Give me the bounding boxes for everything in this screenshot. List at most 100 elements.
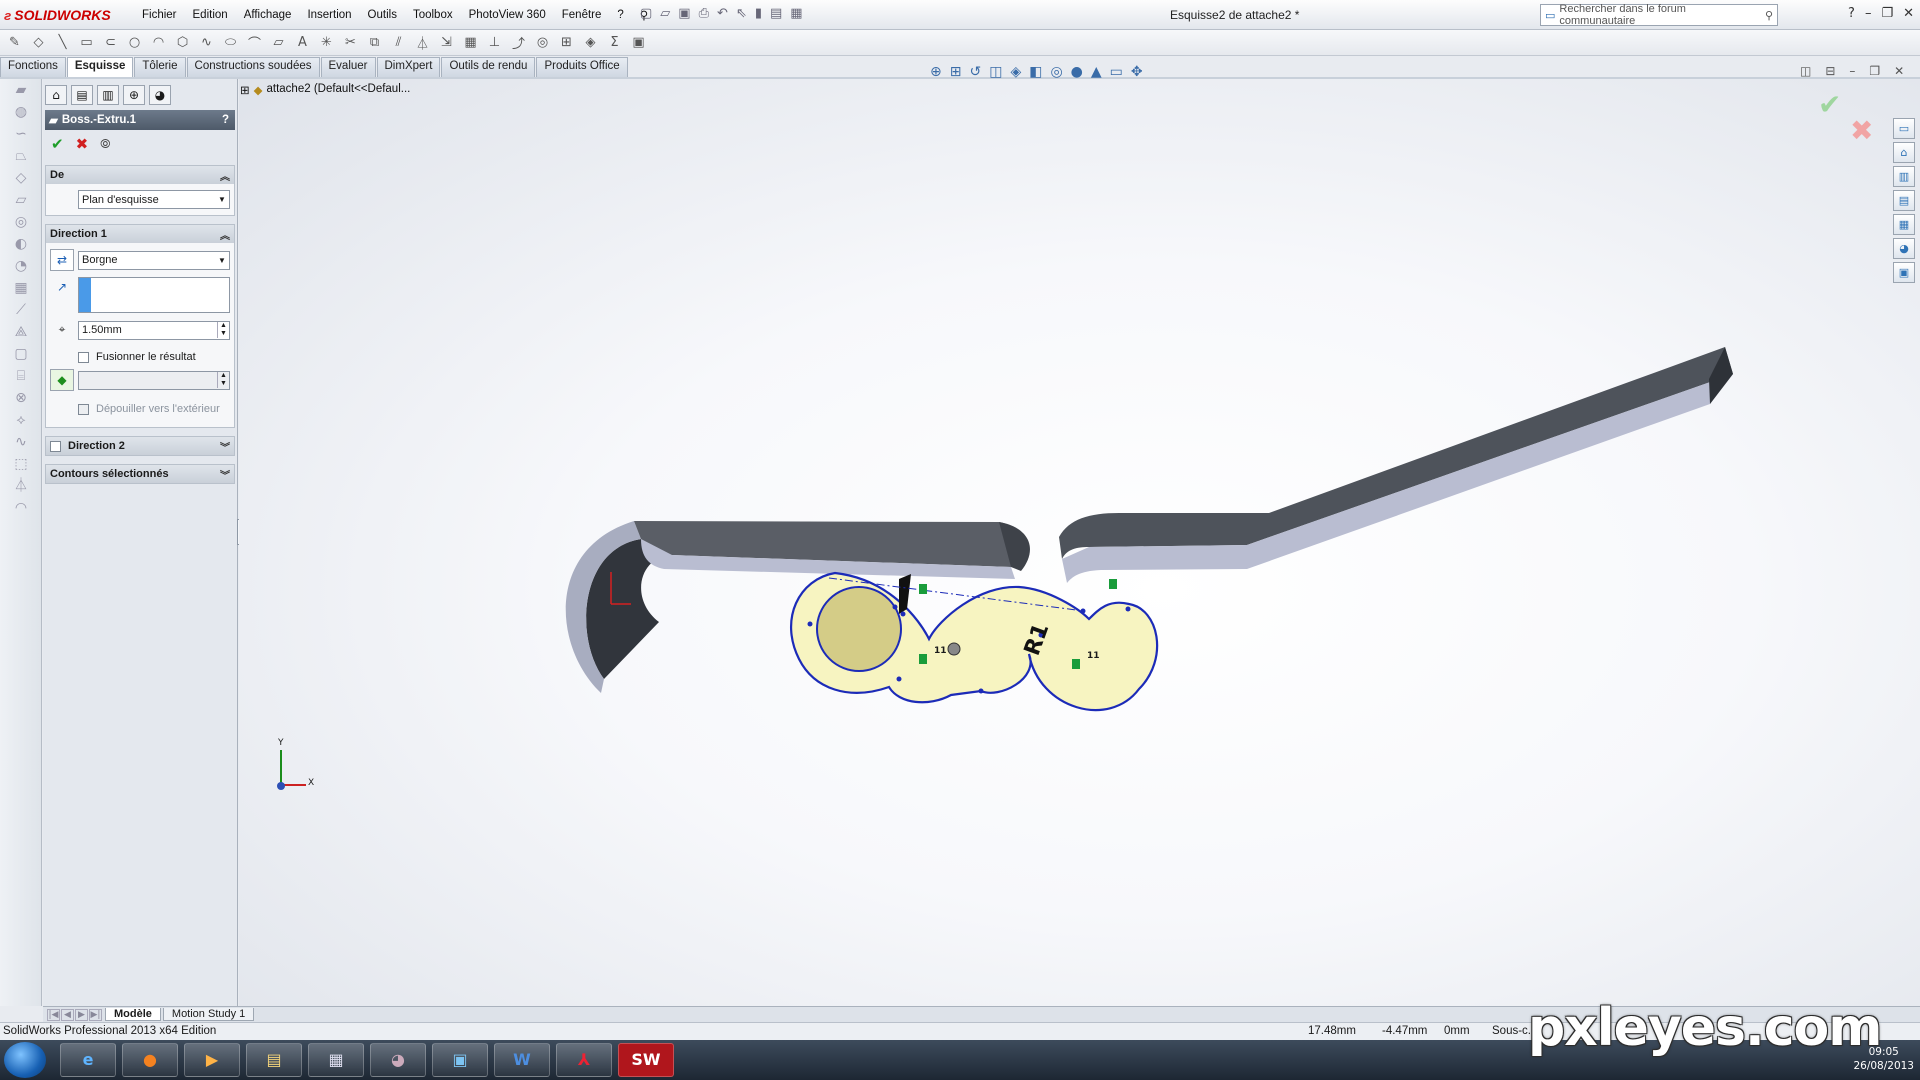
sweep-icon[interactable]: ∽ [0,123,42,145]
restore-doc-button[interactable]: ❐ [1869,64,1880,78]
quick-snaps-icon[interactable]: ◎ [534,35,551,50]
model-view[interactable] [239,79,1920,1006]
confirm-corner-ok-icon[interactable]: ✔ [1818,88,1841,121]
zoom-to-fit-icon[interactable]: ⊕ [930,64,942,80]
split-vertical-icon[interactable]: ◫ [1800,64,1811,78]
loft-icon[interactable]: ⏢ [0,145,42,167]
previous-view-icon[interactable]: ↺ [969,64,981,80]
minimize-button[interactable]: – [1865,6,1872,21]
apply-scene-icon[interactable]: ▲ [1091,64,1102,80]
repair-icon[interactable]: ⤴ [510,33,527,52]
preview-icon[interactable]: ⦾ [100,137,110,152]
search-input[interactable]: Rechercher dans le forum communautaire [1555,3,1761,27]
feature-tree-flyout[interactable]: ⊞ ◆ attache2 (Default<<Defaul... [240,83,410,97]
file-explorer-icon[interactable]: ▤ [1893,190,1915,211]
select-icon[interactable]: ⇖ [736,6,747,21]
media-player-icon[interactable]: ▶ [184,1043,240,1077]
save-icon[interactable]: ▣ [678,6,690,21]
new-document-icon[interactable]: ▢ [640,6,652,21]
confirm-corner-cancel-icon[interactable]: ✖ [1850,114,1873,147]
polygon-icon[interactable]: ⬡ [174,35,191,50]
point-icon[interactable]: ✳ [318,35,335,50]
smart-dimension-icon[interactable]: ◇ [30,35,47,50]
offset-icon[interactable]: ⫽ [390,35,407,50]
expand-tree-icon[interactable]: ⊞ [240,83,250,97]
menu-fenetre[interactable]: Fenêtre [554,9,610,21]
circle-icon[interactable]: ○ [126,35,143,50]
view-orientation-icon[interactable]: ◈ [1010,64,1021,80]
arc-icon[interactable]: ◠ [150,35,167,50]
split-horizontal-icon[interactable]: ⊟ [1825,64,1835,78]
tab-esquisse[interactable]: Esquisse [66,57,134,77]
intersect-icon[interactable]: ⊗ [0,387,42,409]
rebuild-icon[interactable]: ▮ [755,6,762,21]
instant2d-icon[interactable]: ⊞ [558,35,575,50]
reference-geometry-icon[interactable]: ⟡ [0,409,42,431]
depth-input[interactable]: 1.50mm ▲ ▼ [78,320,230,340]
options-icon[interactable]: ▦ [790,6,802,21]
help-button[interactable]: ? [222,114,229,126]
boundary-icon[interactable]: ◇ [0,167,42,189]
edit-appearance-icon[interactable]: ● [1071,64,1083,80]
menu-insertion[interactable]: Insertion [299,9,359,21]
custom-properties-icon[interactable]: ▣ [1893,262,1915,283]
menu-affichage[interactable]: Affichage [236,9,300,21]
shell-icon[interactable]: ▢ [0,343,42,365]
word-icon[interactable]: W [494,1043,550,1077]
menu-edition[interactable]: Edition [185,9,236,21]
file-properties-icon[interactable]: ▤ [770,6,782,21]
mirror-icon[interactable]: ⏃ [414,33,431,52]
sum-icon[interactable]: Σ [606,35,623,50]
restore-button[interactable]: ❐ [1881,6,1893,21]
pattern-icon[interactable]: ▦ [462,35,479,50]
hide-show-icon[interactable]: ◎ [1050,64,1062,80]
file-explorer-taskbar-icon[interactable]: ▤ [246,1043,302,1077]
acrobat-icon[interactable]: ⅄ [556,1043,612,1077]
move-icon[interactable]: ⇲ [438,35,455,50]
dome-icon[interactable]: ◠ [0,497,42,519]
expand-icon[interactable]: ︾ [220,467,230,482]
rib-icon[interactable]: ⟋ [0,299,42,321]
direction2-checkbox[interactable] [50,440,61,452]
search-icon[interactable]: ⚲ [1761,9,1777,22]
draft-icon[interactable]: ⟁ [0,321,42,343]
ellipse-icon[interactable]: ⬭ [222,35,239,50]
end-condition-select[interactable]: Borgne ▼ [78,250,230,270]
undo-icon[interactable]: ↶ [717,6,728,21]
pattern-feature-icon[interactable]: ▦ [0,277,42,299]
trim-icon[interactable]: ✂ [342,35,359,50]
rectangle-icon[interactable]: ▭ [78,35,95,50]
first-tab-icon[interactable]: |◀ [47,1008,60,1021]
merge-checkbox[interactable] [78,351,89,363]
direction-selection-box[interactable] [78,277,230,313]
draft-angle-input[interactable]: ▲ ▼ [78,370,230,390]
expand-icon[interactable]: ︾ [220,439,230,454]
extrude-boss-icon[interactable]: ▰ [0,79,42,101]
start-button[interactable] [4,1042,46,1078]
display-style-icon[interactable]: ◧ [1029,64,1042,80]
dimxpert-manager-tab-icon[interactable]: ⊕ [123,85,145,105]
spin-arrows-icon[interactable]: ▲ ▼ [217,372,229,388]
part-right-arm[interactable] [1059,347,1733,583]
calculator-icon[interactable]: ▦ [308,1043,364,1077]
close-button[interactable]: ✕ [1903,6,1914,21]
property-manager-tab-icon[interactable]: ▤ [71,85,93,105]
revolve-cut-icon[interactable]: ◐ [0,233,42,255]
tab-constructions-soudees[interactable]: Constructions soudées [186,57,320,77]
last-tab-icon[interactable]: ▶| [89,1008,102,1021]
appearances-icon[interactable]: ◕ [1893,238,1915,259]
help-icon[interactable]: ? [1848,6,1855,21]
from-group-header[interactable]: De ︽ [46,166,234,184]
mirror-feature-icon[interactable]: ⏃ [0,475,42,497]
menu-help[interactable]: ? [609,9,631,21]
view-palette-icon[interactable]: ▦ [1893,214,1915,235]
fillet-icon[interactable]: ⌒ [246,33,263,52]
tab-dimxpert[interactable]: DimXpert [376,57,441,77]
tab-motion-study[interactable]: Motion Study 1 [162,1008,255,1021]
menu-fichier[interactable]: Fichier [134,9,185,21]
spline-icon[interactable]: ∿ [198,35,215,50]
draft-outward-checkbox[interactable] [78,403,89,415]
print-icon[interactable]: ⎙ [699,6,709,21]
home-icon[interactable]: ⌂ [1893,142,1915,163]
next-tab-icon[interactable]: ▶ [75,1008,88,1021]
